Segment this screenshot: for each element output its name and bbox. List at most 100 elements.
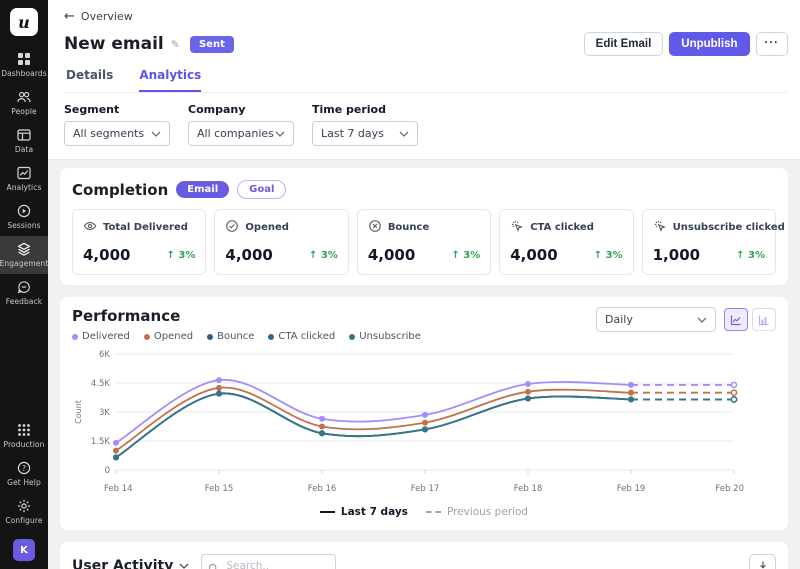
search-icon: [208, 559, 219, 569]
stat-value: 4,000: [225, 246, 272, 264]
more-options-button[interactable]: ···: [756, 32, 789, 56]
stat-value: 4,000: [368, 246, 415, 264]
edit-title-icon[interactable]: ✎: [171, 38, 180, 51]
bar-chart-toggle-button[interactable]: [752, 308, 776, 331]
time-period-select-value: Last 7 days: [321, 127, 399, 140]
chevron-down-icon: [275, 131, 285, 137]
completion-header: Completion Email Goal: [72, 180, 776, 199]
search-box: [201, 554, 336, 569]
edit-email-button[interactable]: Edit Email: [584, 32, 664, 56]
main-area: ← Overview New email ✎ Sent Edit Email U…: [48, 0, 800, 569]
page-title: New email: [64, 34, 164, 54]
back-arrow-icon: ←: [64, 10, 75, 23]
sidebar-item-label: Get Help: [7, 478, 41, 487]
svg-text:Feb 18: Feb 18: [514, 484, 543, 494]
chevron-down-icon: [151, 131, 161, 137]
sidebar-item-analytics[interactable]: Analytics: [0, 160, 48, 198]
stat-label: Unsubscribe clicked: [673, 222, 785, 233]
company-select[interactable]: All companies: [188, 121, 294, 146]
sidebar-item-feedback[interactable]: Feedback: [0, 274, 48, 312]
sidebar-item-label: Data: [15, 145, 33, 154]
sidebar-item-engagement[interactable]: Engagement: [0, 236, 48, 274]
performance-card: Performance Delivered Opened Bounce CTA …: [60, 297, 788, 530]
performance-controls: Daily: [596, 307, 776, 332]
feedback-bubble-icon: [16, 279, 32, 295]
svg-text:Feb 16: Feb 16: [308, 484, 337, 494]
chevron-down-icon: [399, 131, 409, 137]
sidebar-item-production[interactable]: Production: [0, 417, 48, 455]
search-input[interactable]: [201, 554, 336, 569]
performance-line-chart[interactable]: 01.5K3K4.5K6KCountFeb 14Feb 15Feb 16Feb …: [72, 346, 776, 502]
sidebar-item-data[interactable]: Data: [0, 122, 48, 160]
filter-segment: Segment All segments: [64, 103, 170, 146]
chevron-down-icon: [179, 563, 189, 569]
sidebar-item-sessions[interactable]: Sessions: [0, 198, 48, 236]
user-avatar[interactable]: K: [13, 539, 35, 561]
legend-dot: [268, 334, 274, 340]
svg-text:Feb 14: Feb 14: [104, 484, 133, 494]
legend-delivered: Delivered: [72, 331, 130, 342]
legend-dot: [144, 334, 150, 340]
stat-label: Total Delivered: [103, 222, 188, 233]
interval-select[interactable]: Daily: [596, 307, 716, 332]
up-arrow-icon: ↑: [167, 250, 175, 261]
sidebar-item-dashboards[interactable]: Dashboards: [0, 46, 48, 84]
sidebar-item-people[interactable]: People: [0, 84, 48, 122]
dashed-line-swatch: [426, 511, 441, 513]
cursor-click-icon: [510, 219, 524, 236]
title-row: New email ✎ Sent Edit Email Unpublish ··…: [64, 32, 788, 56]
interval-select-value: Daily: [605, 313, 697, 326]
bar-chart-icon: [758, 314, 770, 326]
sidebar-item-label: Engagement: [0, 259, 48, 268]
legend-dot: [349, 334, 355, 340]
email-pill[interactable]: Email: [176, 181, 229, 198]
apps-grid-icon: [16, 422, 32, 438]
svg-text:Feb 17: Feb 17: [411, 484, 440, 494]
goal-pill[interactable]: Goal: [237, 180, 286, 199]
legend-bounce: Bounce: [207, 331, 254, 342]
sidebar-item-configure[interactable]: Configure: [0, 493, 48, 531]
avatar-initial: K: [20, 545, 28, 556]
legend-previous-period: Previous period: [426, 506, 528, 518]
user-activity-title-dropdown[interactable]: User Activity: [72, 558, 189, 569]
line-chart-toggle-button[interactable]: [724, 308, 748, 331]
svg-text:Feb 20: Feb 20: [715, 484, 744, 494]
chevron-down-icon: [697, 317, 707, 323]
people-icon: [16, 89, 32, 105]
time-period-select[interactable]: Last 7 days: [312, 121, 418, 146]
performance-legend: Delivered Opened Bounce CTA clicked Unsu…: [72, 331, 421, 342]
sidebar-item-label: Sessions: [7, 221, 40, 230]
svg-text:6K: 6K: [99, 350, 110, 360]
help-circle-icon: ?: [16, 460, 32, 476]
svg-text:3K: 3K: [99, 408, 110, 418]
sidebar-item-label: Dashboards: [1, 69, 47, 78]
segment-select[interactable]: All segments: [64, 121, 170, 146]
cursor-click-icon: [653, 219, 667, 236]
svg-text:1.5K: 1.5K: [91, 437, 111, 447]
stat-total-delivered: Total Delivered 4,000 ↑ 3%: [72, 209, 206, 275]
legend-unsubscribe: Unsubscribe: [349, 331, 421, 342]
legend-last-7-days: Last 7 days: [320, 506, 408, 518]
page-header: ← Overview New email ✎ Sent Edit Email U…: [48, 0, 800, 160]
svg-text:Feb 15: Feb 15: [205, 484, 234, 494]
tab-details[interactable]: Details: [66, 68, 113, 92]
stat-label: CTA clicked: [530, 222, 594, 233]
filter-label: Time period: [312, 103, 418, 116]
completion-title: Completion: [72, 181, 168, 199]
back-link[interactable]: ← Overview: [64, 10, 133, 23]
stat-delta: ↑ 3%: [594, 250, 623, 261]
stat-value: 4,000: [83, 246, 130, 264]
title-actions: Edit Email Unpublish ···: [584, 32, 788, 56]
check-circle-icon: [225, 219, 239, 236]
download-button[interactable]: [749, 554, 776, 569]
chart-period-legend: Last 7 days Previous period: [72, 502, 776, 520]
sidebar-item-get-help[interactable]: ? Get Help: [0, 455, 48, 493]
stat-opened: Opened 4,000 ↑ 3%: [214, 209, 348, 275]
filter-time-period: Time period Last 7 days: [312, 103, 418, 146]
unpublish-button[interactable]: Unpublish: [669, 32, 749, 56]
tab-analytics[interactable]: Analytics: [139, 68, 201, 92]
userpilot-logo[interactable]: u: [10, 8, 38, 36]
user-activity-header: User Activity: [72, 554, 776, 569]
filter-company: Company All companies: [188, 103, 294, 146]
sidebar-item-label: Configure: [5, 516, 42, 525]
